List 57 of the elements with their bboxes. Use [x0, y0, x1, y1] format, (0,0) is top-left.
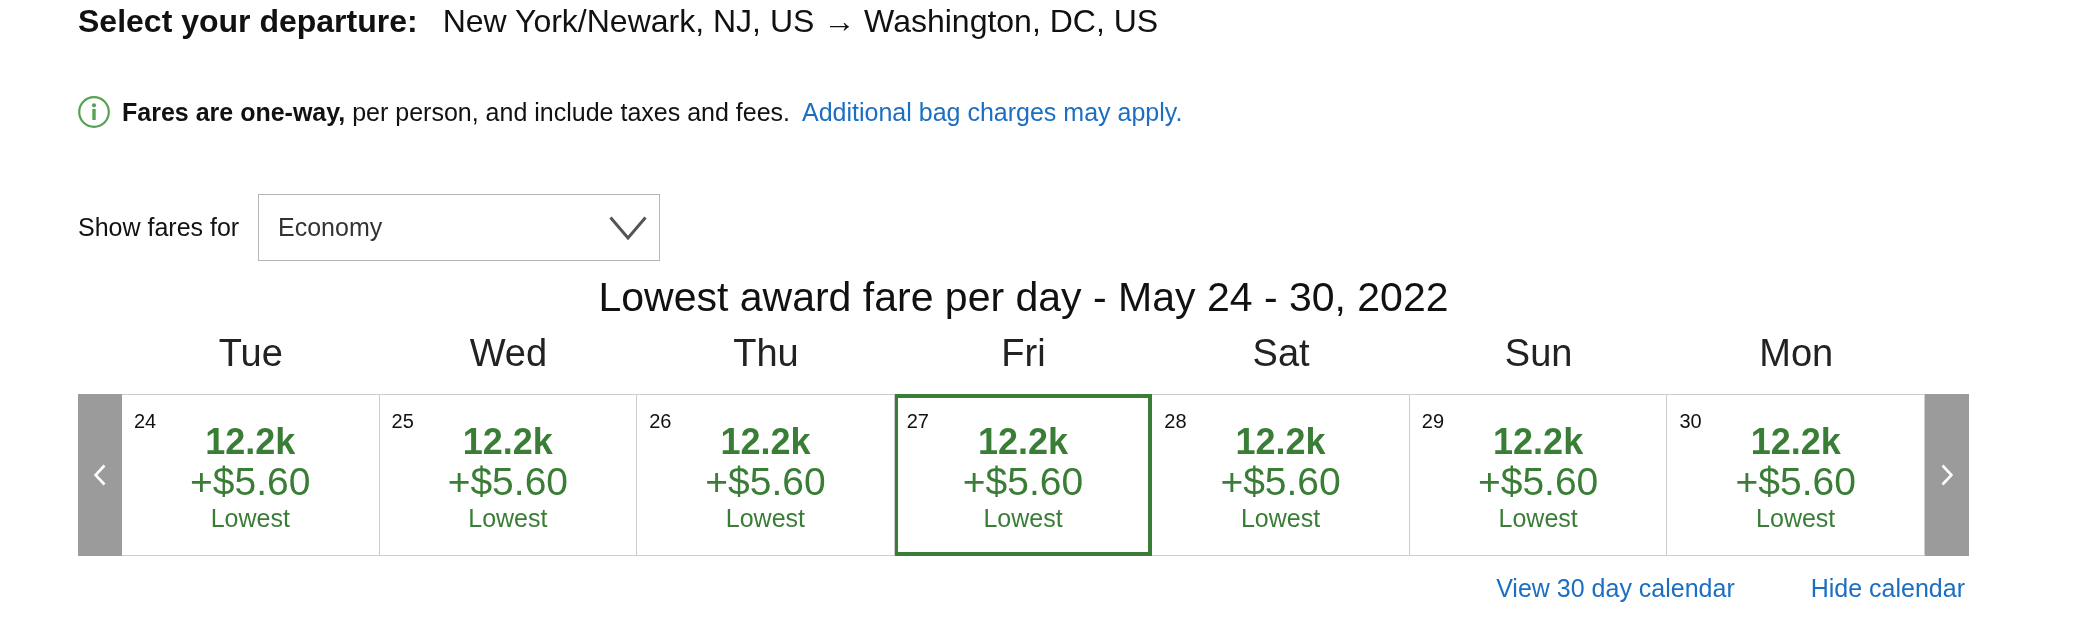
fare-tag: Lowest — [468, 503, 548, 533]
chevron-right-icon — [1941, 464, 1953, 486]
weekday-label: Thu — [733, 332, 799, 374]
tax-amount: +$5.60 — [1220, 461, 1341, 503]
fare-day-cell[interactable]: 24 12.2k +$5.60 Lowest — [122, 394, 380, 556]
date-number: 30 — [1679, 409, 1702, 433]
bag-charges-link[interactable]: Additional bag charges may apply. — [802, 97, 1183, 127]
tax-amount: +$5.60 — [1477, 461, 1599, 503]
miles-price: 12.2k — [720, 423, 811, 461]
weekday-label: Wed — [469, 332, 548, 374]
tax-amount: +$5.60 — [1735, 461, 1856, 503]
chevron-left-icon — [94, 464, 106, 486]
date-number: 29 — [1421, 409, 1445, 433]
tax-amount: +$5.60 — [447, 461, 569, 503]
fare-day-cell[interactable]: 30 12.2k +$5.60 Lowest — [1667, 394, 1925, 556]
date-number: 24 — [134, 409, 157, 433]
miles-price: 12.2k — [1493, 423, 1584, 461]
fare-day-cell[interactable]: 28 12.2k +$5.60 Lowest — [1152, 394, 1410, 556]
tax-amount: +$5.60 — [705, 461, 826, 503]
info-icon — [78, 96, 110, 128]
weekday-label: Sat — [1252, 332, 1310, 374]
route-text: New York/Newark, NJ, US → Washington, DC, US — [442, 2, 1159, 40]
date-number: 26 — [649, 409, 672, 433]
calendar-title: Lowest award fare per day - May 24 - 30, 2022 — [597, 273, 1450, 321]
weekday-label: Tue — [218, 332, 283, 374]
fare-day-cell[interactable]: 29 12.2k +$5.60 Lowest — [1409, 394, 1668, 556]
chevron-down-icon — [609, 215, 647, 240]
fare-tag: Lowest — [1498, 503, 1578, 533]
date-number: 25 — [391, 409, 414, 433]
departure-label: Select your departure: — [78, 2, 418, 40]
date-number: 28 — [1164, 409, 1187, 433]
previous-button[interactable] — [78, 394, 122, 556]
fare-class-dropdown[interactable]: Economy — [258, 194, 660, 261]
next-button[interactable] — [1925, 394, 1969, 556]
fare-tag: Lowest — [210, 503, 290, 533]
miles-price: 12.2k — [1750, 423, 1841, 461]
weekday-label: Mon — [1759, 332, 1834, 374]
miles-price: 12.2k — [977, 423, 1069, 461]
fare-notice-text: Fares are one-way, per person, and include taxes and fees. — [122, 97, 790, 127]
miles-price: 12.2k — [462, 423, 553, 461]
fare-day-cell[interactable]: 25 12.2k +$5.60 Lowest — [379, 394, 638, 556]
fare-day-cell[interactable]: 26 12.2k +$5.60 Lowest — [637, 394, 895, 556]
miles-price: 12.2k — [205, 423, 296, 461]
fare-tag: Lowest — [725, 503, 806, 533]
calendar-link[interactable]: View 30 day calendar — [1496, 574, 1735, 602]
weekday-label: Sun — [1504, 332, 1573, 374]
fare-tag: Lowest — [1756, 503, 1836, 533]
calendar-link[interactable]: Hide calendar — [1810, 574, 1965, 602]
miles-price: 12.2k — [1235, 423, 1326, 461]
fare-tag: Lowest — [1240, 503, 1321, 533]
date-number: 27 — [906, 409, 929, 433]
fare-day-cell[interactable]: 27 12.2k +$5.60 Lowest — [894, 394, 1153, 556]
tax-amount: +$5.60 — [962, 461, 1084, 503]
fare-tag: Lowest — [983, 503, 1063, 533]
show-fares-label: Show fares for — [78, 213, 241, 242]
weekday-label: Fri — [1001, 332, 1046, 374]
tax-amount: +$5.60 — [190, 461, 311, 503]
